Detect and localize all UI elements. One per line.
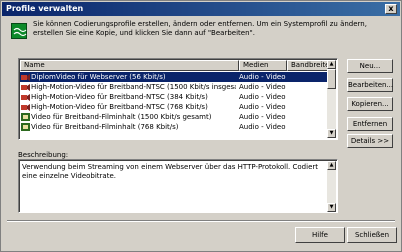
profile-name: High-Motion-Video für Breitband-NTSC (76… [31,103,208,111]
profile-row[interactable]: DiplomVideo für Webserver (56 Kbit/s) Au… [20,72,329,82]
scroll-thumb[interactable] [327,69,336,89]
profile-icon [11,23,27,39]
profile-name: High-Motion-Video für Breitband-NTSC (15… [31,83,236,91]
close-button[interactable]: Schließen [347,227,397,243]
remove-button[interactable]: Entfernen [347,117,393,131]
edit-button[interactable]: Bearbeiten... [347,78,393,92]
profile-row[interactable]: Video für Breitband-Filminhalt (768 Kbit… [20,122,329,132]
new-button[interactable]: Neu... [347,59,393,73]
profile-name: DiplomVideo für Webserver (56 Kbit/s) [31,73,166,81]
copy-button[interactable]: Kopieren... [347,97,393,111]
title-bar[interactable]: Profile verwalten x [2,2,400,16]
column-header-media[interactable]: Medien [239,60,287,71]
profile-media: Audio - Video [239,93,286,101]
profile-media: Audio - Video [239,73,286,81]
profile-row[interactable]: High-Motion-Video für Breitband-NTSC (38… [20,92,329,102]
description-label: Beschreibung: [18,151,69,159]
description-field: Verwendung beim Streaming von einem Webs… [18,159,338,213]
description-scrollbar[interactable]: ▲ ▼ [327,161,336,212]
scroll-down-icon[interactable]: ▼ [327,129,336,138]
camera-icon [21,73,30,81]
window-title: Profile verwalten [6,4,84,13]
profile-manager-window: Profile verwalten x Sie können Codierung… [0,0,402,252]
column-header-bandwidth[interactable]: Bandbreite zu [287,60,329,71]
camera-icon [21,103,30,111]
film-icon [21,113,30,121]
profile-name: High-Motion-Video für Breitband-NTSC (38… [31,93,208,101]
profile-row[interactable]: High-Motion-Video für Breitband-NTSC (15… [20,82,329,92]
info-text: Sie können Codierungsprofile erstellen, … [33,20,367,37]
profile-media: Audio - Video [239,103,286,111]
profile-name: Video für Breitband-Filminhalt (1500 Kbi… [31,113,212,121]
list-scrollbar[interactable]: ▲ ▼ [327,60,336,138]
profile-row[interactable]: Video für Breitband-Filminhalt (1500 Kbi… [20,112,329,122]
profile-row[interactable]: High-Motion-Video für Breitband-NTSC (76… [20,102,329,112]
description-text: Verwendung beim Streaming von einem Webs… [22,163,318,180]
column-header-name[interactable]: Name [20,60,239,71]
profile-media: Audio - Video [239,83,286,91]
help-button[interactable]: Hilfe [295,227,345,243]
profile-list[interactable]: Name Medien Bandbreite zu DiplomVideo fü… [18,58,338,140]
scroll-up-icon[interactable]: ▲ [327,60,336,69]
camera-icon [21,93,30,101]
close-window-button[interactable]: x [385,4,397,14]
camera-icon [21,83,30,91]
scroll-down-icon[interactable]: ▼ [327,203,336,212]
separator [7,220,395,222]
profile-media: Audio - Video [239,123,286,131]
profile-name: Video für Breitband-Filminhalt (768 Kbit… [31,123,179,131]
profile-media: Audio - Video [239,113,286,121]
scroll-up-icon[interactable]: ▲ [327,161,336,170]
film-icon [21,123,30,131]
details-button[interactable]: Details >> [347,134,393,148]
